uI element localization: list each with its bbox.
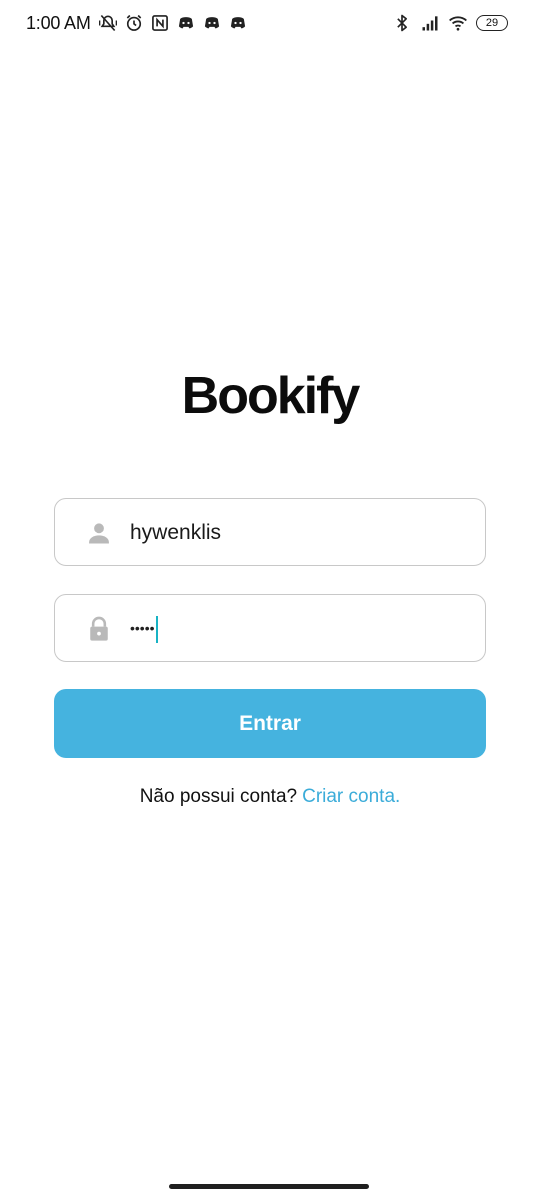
notification-icons [98, 13, 248, 33]
login-button[interactable]: Entrar [54, 689, 486, 758]
wifi-icon [448, 13, 468, 33]
bluetooth-icon [392, 13, 412, 33]
status-bar: 1:00 AM 29 [0, 0, 540, 48]
password-value[interactable]: ••••• [130, 614, 159, 643]
signup-row: Não possui conta? Criar conta. [0, 786, 540, 808]
status-time: 1:00 AM [26, 13, 91, 33]
lock-icon [85, 615, 113, 643]
system-icons: 29 [392, 13, 508, 33]
discord-icon [176, 13, 196, 33]
battery-icon: 29 [476, 15, 508, 31]
username-value[interactable]: hywenklis [130, 519, 221, 547]
password-masked-text: ••••• [130, 620, 155, 636]
signal-icon [420, 13, 440, 33]
discord-icon [202, 13, 222, 33]
create-account-link[interactable]: Criar conta. [302, 786, 400, 807]
username-field[interactable]: hywenklis [54, 498, 486, 566]
alarm-icon [124, 13, 144, 33]
battery-level: 29 [485, 17, 499, 29]
person-icon [85, 519, 113, 547]
text-caret [155, 615, 159, 643]
home-indicator[interactable] [169, 1184, 369, 1189]
nfc-icon [150, 13, 170, 33]
app-logo: Bookify [181, 367, 361, 425]
signup-prompt: Não possui conta? [139, 786, 298, 807]
mute-vibrate-icon [98, 13, 118, 33]
discord-icon [228, 13, 248, 33]
password-field[interactable]: ••••• [54, 594, 486, 662]
